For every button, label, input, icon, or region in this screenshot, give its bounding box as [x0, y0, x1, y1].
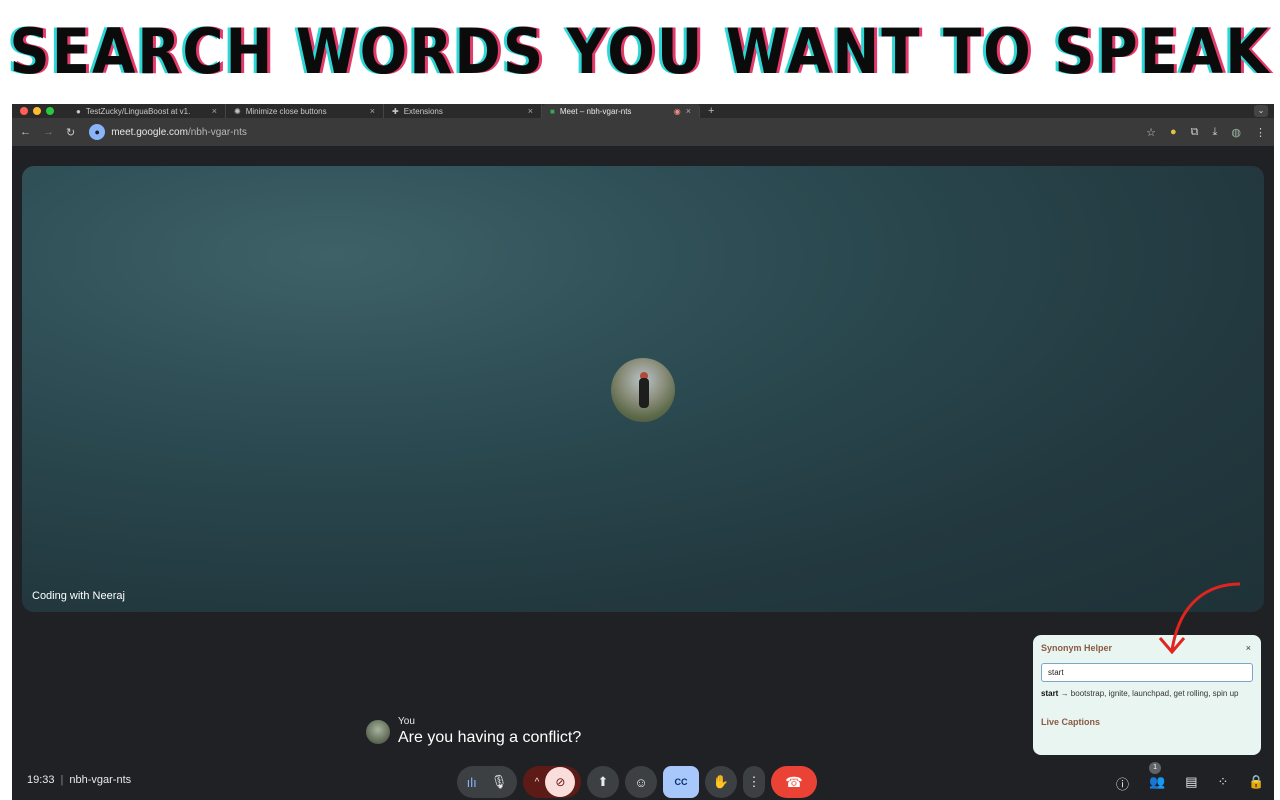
live-captions-label: Live Captions — [1041, 717, 1101, 727]
caption-speaker: You — [398, 716, 415, 727]
reactions-button[interactable]: ☺ — [625, 766, 657, 798]
annotation-arrow-icon — [1158, 582, 1241, 655]
minimize-window-button[interactable] — [33, 107, 41, 115]
promo-banner: SEARCH WORDS YOU WANT TO SPEAK — [0, 0, 1280, 104]
extension-icon[interactable]: ● — [1170, 126, 1177, 138]
host-controls-lock-icon[interactable]: 🔒 — [1248, 774, 1264, 793]
tab-label: Extensions — [403, 106, 443, 116]
banner-title: SEARCH WORDS YOU WANT TO SPEAK — [9, 15, 1271, 89]
captions-icon: CC — [674, 777, 688, 787]
tab-label: Meet – nbh-vgar-nts — [559, 106, 632, 116]
result-word: start — [1041, 689, 1059, 698]
browser-window: ● TestZucky/LinguaBoost at v1. × ✺ Minim… — [12, 104, 1274, 800]
more-vert-icon: ⋮ — [747, 774, 761, 789]
emoji-icon: ☺ — [634, 774, 648, 790]
synonym-result: start → bootstrap, ignite, launchpad, ge… — [1041, 689, 1253, 699]
url-text: meet.google.com/nbh-vgar-nts — [111, 127, 247, 138]
video-stage: Coding with Neeraj — [22, 166, 1264, 612]
more-options-button[interactable]: ⋮ — [743, 766, 765, 798]
forward-icon[interactable]: → — [43, 126, 54, 138]
live-caption: You Are you having a conflict? — [366, 716, 581, 747]
new-tab-button[interactable]: + — [700, 105, 714, 117]
clock-time: 19:33 — [27, 774, 55, 786]
window-controls — [12, 107, 68, 115]
people-count-badge: 1 — [1149, 762, 1162, 774]
back-icon[interactable]: ← — [20, 126, 31, 138]
tab-extensions[interactable]: ✚ Extensions × — [384, 104, 542, 118]
tab-label: Minimize close buttons — [245, 106, 327, 116]
leave-call-button[interactable]: ☎ — [771, 766, 817, 798]
menu-kebab-icon[interactable]: ⋮ — [1255, 126, 1266, 139]
caption-text: Are you having a conflict? — [398, 729, 582, 746]
present-icon: ⬆ — [597, 774, 609, 789]
present-screen-button[interactable]: ⬆ — [587, 766, 619, 798]
hang-up-icon: ☎ — [785, 773, 803, 790]
activities-grid-icon[interactable]: ⁘ — [1218, 774, 1229, 793]
avatar-figure-body — [639, 378, 649, 408]
puzzle-icon: ✚ — [392, 106, 399, 116]
meeting-details: 19:33 | nbh-vgar-nts — [27, 774, 131, 786]
caption-avatar — [366, 720, 390, 744]
close-icon[interactable]: × — [212, 106, 217, 116]
tab-search-button[interactable]: ⌄ — [1254, 105, 1268, 117]
call-controls: ılı 🎙 ^ ⊘ ⬆ ☺ CC ✋ ⋮ ☎ — [457, 766, 817, 798]
close-icon[interactable]: × — [528, 106, 533, 116]
tab-meet[interactable]: ■ Meet – nbh-vgar-nts ◉ × — [542, 104, 700, 118]
chat-icon[interactable]: ▤ — [1185, 774, 1197, 793]
participant-avatar — [611, 358, 675, 422]
info-icon[interactable]: ⓘ — [1116, 774, 1129, 793]
chevron-up-icon[interactable]: ^ — [527, 777, 540, 788]
url-host: meet.google.com — [111, 126, 188, 138]
chatgpt-icon: ✺ — [234, 106, 241, 116]
download-icon[interactable]: ⤓ — [1213, 126, 1218, 139]
tab-bar: ● TestZucky/LinguaBoost at v1. × ✺ Minim… — [12, 104, 1274, 118]
browser-toolbar: ← → ↻ ● meet.google.com/nbh-vgar-nts ☆ ●… — [12, 118, 1274, 146]
bookmark-star-icon[interactable]: ☆ — [1146, 126, 1156, 139]
close-icon[interactable]: × — [686, 106, 691, 116]
audio-level-icon: ılı — [466, 774, 477, 790]
meet-page: Coding with Neeraj You Are you having a … — [12, 146, 1274, 800]
participant-name: Coding with Neeraj — [32, 590, 125, 602]
recording-icon: ◉ — [673, 106, 681, 116]
close-window-button[interactable] — [20, 107, 28, 115]
profile-avatar[interactable]: ◍ — [1231, 126, 1241, 139]
url-path: /nbh-vgar-nts — [187, 126, 247, 138]
result-synonyms: → bootstrap, ignite, launchpad, get roll… — [1060, 689, 1239, 698]
microphone-icon: 🎙 — [490, 774, 508, 789]
close-icon[interactable]: × — [370, 106, 375, 116]
maximize-window-button[interactable] — [46, 107, 54, 115]
captions-button[interactable]: CC — [663, 766, 699, 798]
reload-icon[interactable]: ↻ — [66, 126, 75, 139]
toolbar-actions: ☆ ● ⧉ ⤓ ◍ ⋮ — [1146, 126, 1266, 139]
tab-chatgpt[interactable]: ✺ Minimize close buttons × — [226, 104, 384, 118]
camera-off-icon: ⊘ — [545, 767, 576, 797]
microphone-button[interactable]: ılı 🎙 — [457, 766, 517, 798]
microphone-in-use-icon[interactable]: ● — [89, 124, 106, 140]
separator: | — [60, 774, 64, 786]
extensions-puzzle-icon[interactable]: ⧉ — [1191, 126, 1199, 139]
tab-label: TestZucky/LinguaBoost at v1. — [85, 106, 191, 116]
camera-button[interactable]: ^ ⊘ — [523, 766, 581, 798]
address-bar[interactable]: ● meet.google.com/nbh-vgar-nts — [87, 123, 1134, 141]
people-button[interactable]: 1 👥 — [1149, 762, 1166, 793]
github-icon: ● — [76, 106, 81, 116]
side-panel-buttons: ⓘ 1 👥 ▤ ⁘ 🔒 — [1116, 762, 1265, 793]
tab-github[interactable]: ● TestZucky/LinguaBoost at v1. × — [68, 104, 226, 118]
meet-icon: ■ — [550, 106, 555, 116]
meeting-code: nbh-vgar-nts — [69, 774, 132, 786]
people-icon: 👥 — [1149, 774, 1166, 789]
hand-icon: ✋ — [712, 774, 730, 789]
raise-hand-button[interactable]: ✋ — [705, 766, 737, 798]
